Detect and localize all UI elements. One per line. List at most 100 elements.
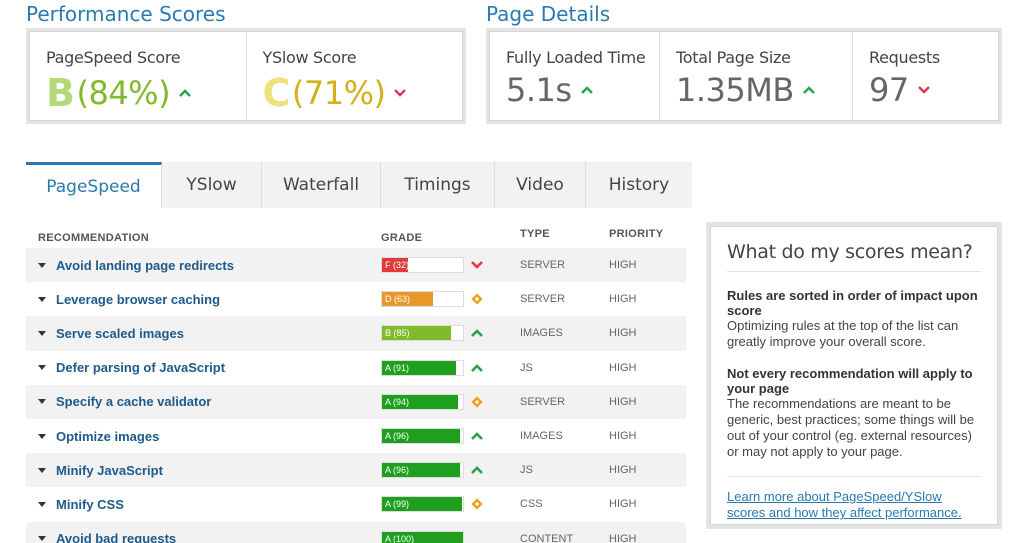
caret-down-icon[interactable] [38,467,46,473]
recommendation-cell[interactable]: Serve scaled images [26,326,381,341]
recommendation-name[interactable]: Specify a cache validator [56,394,211,409]
learn-more-link[interactable]: Learn more about PageSpeed/YSlow scores … [727,476,981,521]
recommendation-name[interactable]: Serve scaled images [56,326,184,341]
type-cell: JS [520,464,533,477]
recommendation-name[interactable]: Defer parsing of JavaScript [56,360,225,375]
grade-bar-fill: F (32) [382,258,409,273]
grade-cell: A (94) [381,393,520,410]
grade-cell: A (99) [381,496,520,513]
grade-bar-fill: A (96) [382,429,460,444]
chevron-up-icon [580,86,593,94]
chevron-down-icon [917,86,930,94]
caret-down-icon[interactable] [38,296,46,302]
caret-down-icon[interactable] [38,365,46,371]
table-row[interactable]: Avoid landing page redirects F (32) SERVER… [26,248,686,283]
info-paragraph-2: The recommendations are meant to be gene… [727,396,975,459]
info-paragraph-1: Optimizing rules at the top of the list … [727,318,959,349]
recommendation-cell[interactable]: Leverage browser caching [26,292,381,307]
table-row[interactable]: Minify CSS A (99) CSS HIGH [26,487,686,521]
caret-down-icon[interactable] [38,330,46,336]
header-type: TYPE [520,228,550,240]
priority-cell: HIGH [609,498,637,511]
type-cell: CSS [520,498,543,511]
recommendation-cell[interactable]: Specify a cache validator [26,394,381,409]
performance-scores-panel: PageSpeed Score B (84%) YSlow Score C (7… [26,28,466,124]
tab-history[interactable]: History [586,162,692,208]
caret-down-icon[interactable] [38,501,46,507]
recommendation-name[interactable]: Minify JavaScript [56,463,163,478]
recommendation-name[interactable]: Avoid landing page redirects [56,258,234,273]
recommendation-cell[interactable]: Avoid bad requests [26,531,381,543]
tab-timings[interactable]: Timings [381,162,495,208]
table-row[interactable]: Minify JavaScript A (96) JS HIGH [26,453,686,488]
requests-label: Requests [869,48,940,67]
chevron-up-icon [470,361,484,375]
tab-video[interactable]: Video [495,162,586,208]
tab-yslow[interactable]: YSlow [162,162,262,208]
page-details-panel: Fully Loaded Time 5.1s Total Page Size 1… [486,28,1002,124]
chevron-down-icon [394,89,407,97]
requests-value: 97 [869,71,909,109]
priority-cell: HIGH [609,395,637,408]
grade-bar-fill: D (63) [382,292,434,307]
caret-down-icon[interactable] [38,433,46,439]
diamond-icon [470,292,484,306]
load-time-label: Fully Loaded Time [506,48,646,67]
table-row[interactable]: Avoid bad requests A (100) CONTENT HIGH [26,521,686,543]
recommendation-name[interactable]: Avoid bad requests [56,531,176,543]
priority-cell: HIGH [609,259,637,272]
yslow-percent: (71%) [291,74,386,112]
yslow-score: YSlow Score C (71%) [247,32,463,120]
recommendation-cell[interactable]: Defer parsing of JavaScript [26,360,381,375]
caret-down-icon[interactable] [38,262,46,268]
performance-scores-title: Performance Scores [26,2,226,26]
table-row[interactable]: Leverage browser caching D (63) SERVER HIGH [26,282,686,316]
page-size-label: Total Page Size [676,48,791,67]
load-time-value: 5.1s [506,71,572,109]
recommendation-name[interactable]: Optimize images [56,429,159,444]
recommendation-cell[interactable]: Minify CSS [26,497,381,512]
pagespeed-score: PageSpeed Score B (84%) [30,32,247,120]
recommendation-name[interactable]: Minify CSS [56,497,124,512]
table-row[interactable]: Defer parsing of JavaScript A (91) JS HIGH [26,351,686,385]
yslow-score-label: YSlow Score [262,48,357,67]
type-cell: IMAGES [520,327,563,340]
recommendation-cell[interactable]: Avoid landing page redirects [26,258,381,273]
grade-cell: A (96) [381,462,520,479]
chevron-up-icon [179,89,191,97]
recommendations-table: RECOMMENDATION GRADE TYPE PRIORITY Avoid… [26,228,686,543]
priority-cell: HIGH [609,464,637,477]
grade-cell: B (85) [381,325,520,342]
caret-down-icon[interactable] [38,536,46,542]
pagespeed-score-label: PageSpeed Score [46,48,181,67]
grade-bar: D (63) [381,291,464,308]
grade-cell: A (100) [381,530,520,543]
chevron-up-icon [470,463,484,477]
priority-cell: HIGH [609,327,637,340]
report-tabs: PageSpeed YSlow Waterfall Timings Video … [26,162,692,208]
header-priority: PRIORITY [609,228,664,240]
recommendation-cell[interactable]: Minify JavaScript [26,463,381,478]
caret-down-icon[interactable] [38,399,46,405]
tab-waterfall[interactable]: Waterfall [262,162,381,208]
type-cell: JS [520,361,533,374]
tab-pagespeed[interactable]: PageSpeed [26,162,162,208]
grade-bar: F (32) [381,257,464,274]
chevron-down-icon [470,258,484,272]
table-row[interactable]: Serve scaled images B (85) IMAGES HIGH [26,316,686,351]
info-heading-2: Not every recommendation will apply to y… [727,366,973,396]
grade-bar: A (91) [381,359,464,376]
trend-icon [470,532,484,543]
type-cell: SERVER [520,395,566,408]
chevron-up-icon [802,86,815,94]
pagespeed-percent: (84%) [76,74,171,112]
page-size-value: 1.35MB [676,71,794,109]
diamond-icon [470,497,484,511]
recommendation-name[interactable]: Leverage browser caching [56,292,220,307]
table-body: Avoid landing page redirects F (32) SERVER… [26,248,686,543]
table-row[interactable]: Specify a cache validator A (94) SERVER HIG… [26,384,686,419]
grade-cell: A (96) [381,428,520,445]
table-row[interactable]: Optimize images A (96) IMAGES HIGH [26,419,686,453]
recommendation-cell[interactable]: Optimize images [26,429,381,444]
grade-cell: A (91) [381,359,520,376]
